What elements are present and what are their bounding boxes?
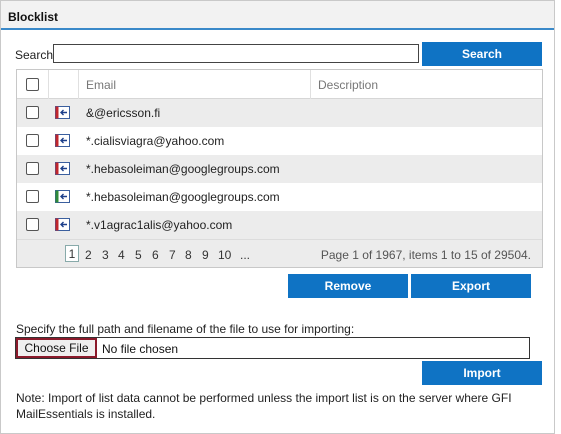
search-input[interactable]: [53, 44, 419, 63]
pager-page-link[interactable]: 7: [169, 248, 176, 262]
row-email: *.hebasoleiman@googlegroups.com: [86, 190, 280, 204]
blocklist-panel: Blocklist Search Search Email Descriptio…: [0, 0, 555, 434]
select-all-checkbox[interactable]: [26, 78, 39, 91]
pager-current-page[interactable]: 1: [65, 245, 79, 262]
pager-ellipsis-link[interactable]: ...: [240, 248, 250, 262]
panel-title: Blocklist: [8, 10, 59, 24]
pager-page-link[interactable]: 8: [185, 248, 192, 262]
table-row[interactable]: *.cialisviagra@yahoo.com: [17, 127, 542, 155]
file-input[interactable]: Choose File No file chosen: [15, 337, 530, 359]
grid-header: Email Description: [17, 70, 542, 99]
row-checkbox[interactable]: [26, 134, 39, 147]
pager-page-link[interactable]: 5: [135, 248, 142, 262]
import-arrow-icon: [55, 218, 70, 231]
column-header-email[interactable]: Email: [86, 78, 116, 92]
no-file-chosen-text: No file chosen: [102, 342, 179, 356]
row-email: *.v1agrac1alis@yahoo.com: [86, 218, 233, 232]
row-email: *.hebasoleiman@googlegroups.com: [86, 162, 280, 176]
import-note: Note: Import of list data cannot be perf…: [16, 391, 512, 421]
import-arrow-icon: [55, 134, 70, 147]
pager-page-link[interactable]: 6: [152, 248, 159, 262]
import-arrow-icon: [55, 190, 70, 203]
row-checkbox[interactable]: [26, 218, 39, 231]
blocklist-grid: Email Description &@ericsson.fi *.cialisv…: [16, 69, 543, 268]
pager-page-link[interactable]: 9: [202, 248, 209, 262]
choose-file-button[interactable]: Choose File: [16, 338, 97, 358]
row-email: &@ericsson.fi: [86, 106, 161, 120]
search-label: Search: [15, 48, 54, 62]
pager-page-link[interactable]: 4: [118, 248, 125, 262]
row-checkbox[interactable]: [26, 190, 39, 203]
search-button[interactable]: Search: [422, 42, 542, 66]
export-button[interactable]: Export: [411, 274, 531, 298]
pager-page-link[interactable]: 10: [218, 248, 231, 262]
import-label: Specify the full path and filename of th…: [16, 322, 355, 336]
row-checkbox[interactable]: [26, 106, 39, 119]
import-button[interactable]: Import: [422, 361, 542, 385]
import-arrow-icon: [55, 162, 70, 175]
pager: 1 2 3 4 5 6 7 8 9 10 ... Page 1 of 1967,…: [17, 239, 542, 267]
pager-page-link[interactable]: 2: [85, 248, 92, 262]
column-header-description[interactable]: Description: [318, 78, 378, 92]
pager-info: Page 1 of 1967, items 1 to 15 of 29504.: [320, 248, 531, 262]
table-row[interactable]: *.hebasoleiman@googlegroups.com: [17, 183, 542, 211]
table-row[interactable]: &@ericsson.fi: [17, 99, 542, 127]
remove-button[interactable]: Remove: [288, 274, 408, 298]
table-row[interactable]: *.v1agrac1alis@yahoo.com: [17, 211, 542, 239]
row-email: *.cialisviagra@yahoo.com: [86, 134, 225, 148]
panel-header: Blocklist: [1, 1, 554, 30]
row-checkbox[interactable]: [26, 162, 39, 175]
pager-page-link[interactable]: 3: [102, 248, 109, 262]
table-row[interactable]: *.hebasoleiman@googlegroups.com: [17, 155, 542, 183]
import-arrow-icon: [55, 106, 70, 119]
